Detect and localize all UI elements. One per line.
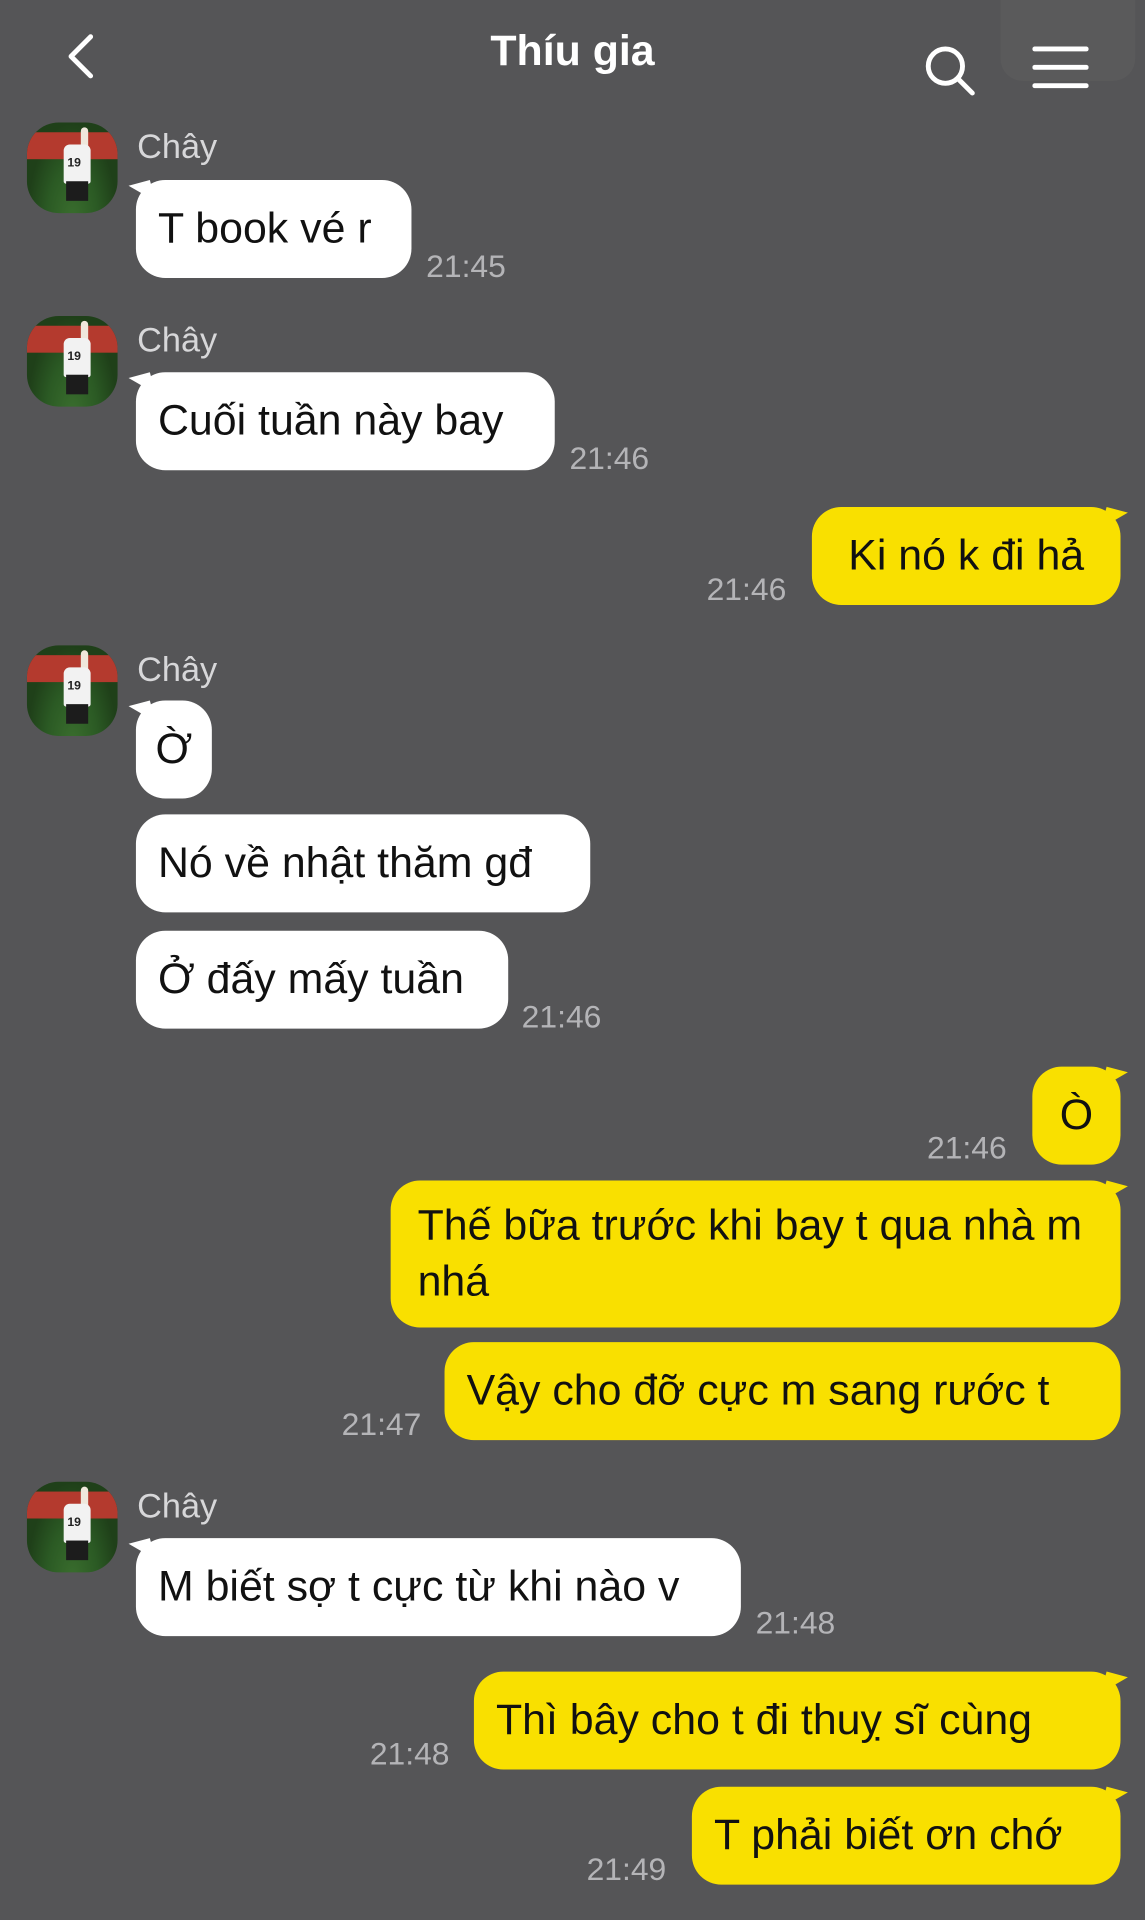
incoming-message[interactable]: Nó về nhật thăm gđ	[135, 814, 591, 913]
message-time: 21:46	[569, 439, 650, 477]
message-time: 21:46	[927, 1129, 1007, 1166]
outgoing-message[interactable]: Ki nó k đi hả	[811, 506, 1121, 605]
menu-icon[interactable]	[1032, 45, 1089, 89]
message-time: 21:45	[426, 247, 506, 285]
sender-name: Chây	[137, 650, 218, 689]
contact-avatar[interactable]: 19	[26, 1481, 118, 1573]
outgoing-message[interactable]: Vậy cho đỡ cực m sang rước t	[444, 1342, 1121, 1441]
contact-avatar[interactable]: 19	[26, 122, 118, 214]
search-icon[interactable]	[923, 44, 977, 98]
outgoing-message[interactable]: Thì bây cho t đi thuỵ sĩ cùng	[473, 1671, 1121, 1770]
sender-name: Chây	[137, 320, 218, 359]
incoming-message[interactable]: M biết sợ t cực từ khi nào v	[135, 1538, 741, 1637]
message-time: 21:46	[521, 998, 602, 1035]
incoming-message[interactable]: Ờ	[135, 700, 212, 799]
incoming-message[interactable]: Ở đấy mấy tuần	[135, 930, 509, 1029]
incoming-message[interactable]: T book vé r	[135, 180, 412, 278]
sender-name: Chây	[137, 127, 218, 166]
outgoing-message[interactable]: Thế bữa trước khi bay t qua nhà m nhá	[390, 1180, 1121, 1328]
incoming-message[interactable]: Cuối tuần này bay	[135, 372, 555, 471]
sender-name: Chây	[137, 1486, 218, 1525]
outgoing-message[interactable]: T phải biết ơn chớ	[691, 1786, 1121, 1885]
message-time: 21:48	[369, 1735, 450, 1772]
contact-avatar[interactable]: 19	[26, 315, 118, 407]
message-time: 21:46	[706, 570, 787, 608]
message-time: 21:48	[755, 1604, 836, 1641]
message-time: 21:49	[586, 1850, 667, 1888]
message-time: 21:47	[341, 1405, 422, 1443]
outgoing-message[interactable]: Ò	[1032, 1066, 1121, 1165]
contact-avatar[interactable]: 19	[26, 645, 118, 736]
